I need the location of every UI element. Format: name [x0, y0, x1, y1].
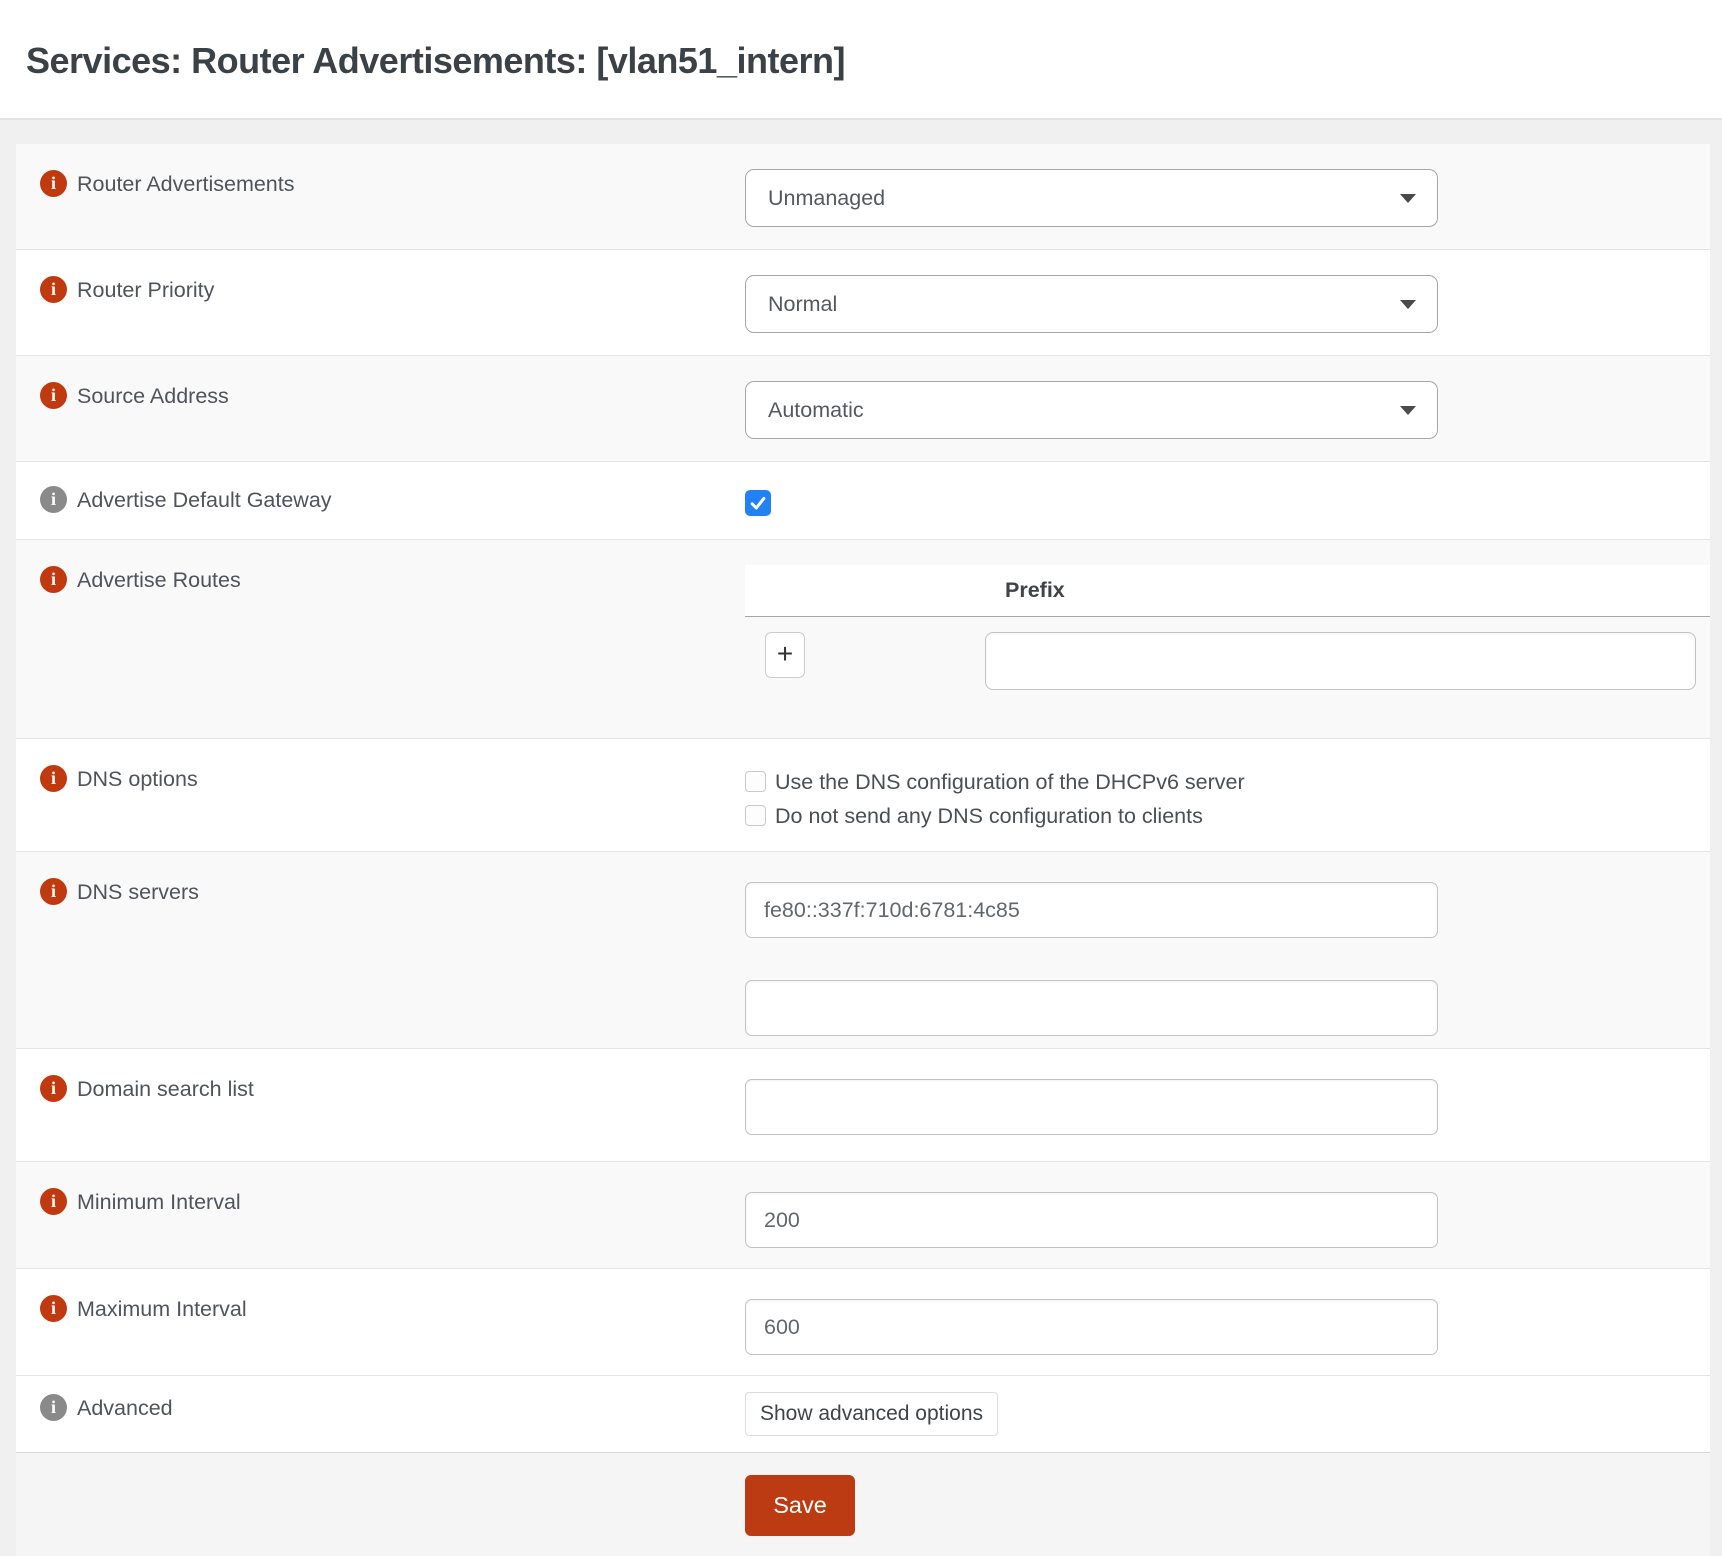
- form-row-dns-servers: i DNS servers: [16, 851, 1710, 1048]
- field-control: [745, 852, 1710, 1048]
- info-icon[interactable]: i: [40, 1295, 67, 1322]
- router-priority-label: Router Priority: [77, 276, 214, 304]
- advertise-routes-table: Prefix +: [745, 540, 1710, 738]
- info-icon[interactable]: i: [40, 276, 67, 303]
- field-label-group: i Source Address: [16, 356, 745, 434]
- form-row-router-advertisements: i Router Advertisements Unmanaged: [16, 144, 1710, 249]
- advertise-default-gateway-checkbox[interactable]: [745, 490, 771, 516]
- form-row-domain-search-list: i Domain search list: [16, 1048, 1710, 1161]
- info-icon[interactable]: i: [40, 878, 67, 905]
- advertise-routes-label: Advertise Routes: [77, 566, 241, 594]
- field-control: Normal: [745, 250, 1710, 355]
- field-control: [745, 1269, 1710, 1375]
- add-route-button[interactable]: +: [765, 632, 805, 678]
- no-dns-config-checkbox[interactable]: [745, 805, 766, 826]
- selected-value: Unmanaged: [746, 170, 1437, 226]
- no-dns-config-label: Do not send any DNS configuration to cli…: [775, 799, 1203, 833]
- form-row-minimum-interval: i Minimum Interval: [16, 1161, 1710, 1268]
- info-icon[interactable]: i: [40, 566, 67, 593]
- field-label-group: i Router Advertisements: [16, 144, 745, 222]
- form-row-advanced: i Advanced Show advanced options: [16, 1375, 1710, 1452]
- domain-search-list-label: Domain search list: [77, 1075, 254, 1103]
- advanced-label: Advanced: [77, 1394, 173, 1422]
- info-icon[interactable]: i: [40, 486, 67, 513]
- checkmark-icon: [748, 493, 768, 513]
- page-header: Services: Router Advertisements: [vlan51…: [0, 0, 1722, 120]
- router-advertisements-select[interactable]: Unmanaged: [745, 169, 1438, 227]
- field-label-group: i DNS options: [16, 739, 745, 817]
- field-label-group: i Advertise Default Gateway: [16, 462, 745, 538]
- form-row-maximum-interval: i Maximum Interval: [16, 1268, 1710, 1375]
- maximum-interval-input[interactable]: [745, 1299, 1438, 1355]
- maximum-interval-label: Maximum Interval: [77, 1295, 247, 1323]
- field-label-group: i Router Priority: [16, 250, 745, 328]
- chevron-down-icon: [1400, 300, 1416, 309]
- source-address-label: Source Address: [77, 382, 229, 410]
- form-row-advertise-routes: i Advertise Routes Prefix +: [16, 539, 1710, 738]
- chevron-down-icon: [1400, 194, 1416, 203]
- field-label-group: i Domain search list: [16, 1049, 745, 1127]
- router-advertisements-form: i Router Advertisements Unmanaged i Rout…: [16, 144, 1710, 1556]
- field-label-group: i DNS servers: [16, 852, 745, 930]
- info-icon[interactable]: i: [40, 1075, 67, 1102]
- minimum-interval-label: Minimum Interval: [77, 1188, 241, 1216]
- field-control: Automatic: [745, 356, 1710, 461]
- dns-server-2-input[interactable]: [745, 980, 1438, 1036]
- form-row-source-address: i Source Address Automatic: [16, 355, 1710, 461]
- routes-table-header: Prefix: [745, 565, 1710, 617]
- info-icon[interactable]: i: [40, 1188, 67, 1215]
- field-label-group: i Advanced: [16, 1376, 745, 1440]
- field-control: Use the DNS configuration of the DHCPv6 …: [745, 739, 1710, 851]
- form-row-dns-options: i DNS options Use the DNS configuration …: [16, 738, 1710, 851]
- advertise-default-gateway-label: Advertise Default Gateway: [77, 486, 332, 514]
- page-title: Services: Router Advertisements: [vlan51…: [26, 40, 1696, 82]
- field-control: [745, 1162, 1710, 1268]
- dns-server-1-input[interactable]: [745, 882, 1438, 938]
- routes-table-row: +: [745, 617, 1710, 718]
- router-priority-select[interactable]: Normal: [745, 275, 1438, 333]
- dns-option-row: Use the DNS configuration of the DHCPv6 …: [745, 765, 1710, 799]
- info-icon[interactable]: i: [40, 382, 67, 409]
- show-advanced-options-button[interactable]: Show advanced options: [745, 1392, 998, 1436]
- form-row-advertise-default-gateway: i Advertise Default Gateway: [16, 461, 1710, 539]
- field-control: Show advanced options: [745, 1376, 1710, 1452]
- use-dhcpv6-dns-checkbox[interactable]: [745, 771, 766, 792]
- field-label-group: i Advertise Routes: [16, 540, 745, 618]
- dns-options-label: DNS options: [77, 765, 198, 793]
- form-row-router-priority: i Router Priority Normal: [16, 249, 1710, 355]
- field-label-group: i Minimum Interval: [16, 1162, 745, 1240]
- field-control: [745, 462, 1710, 539]
- dns-option-row: Do not send any DNS configuration to cli…: [745, 799, 1710, 833]
- selected-value: Normal: [746, 276, 1437, 332]
- chevron-down-icon: [1400, 406, 1416, 415]
- dns-servers-label: DNS servers: [77, 878, 199, 906]
- info-icon[interactable]: i: [40, 1394, 67, 1421]
- field-control: Unmanaged: [745, 144, 1710, 249]
- info-icon[interactable]: i: [40, 765, 67, 792]
- info-icon[interactable]: i: [40, 170, 67, 197]
- field-control: [745, 1049, 1710, 1161]
- selected-value: Automatic: [746, 382, 1437, 438]
- router-advertisements-label: Router Advertisements: [77, 170, 295, 198]
- prefix-column-header: Prefix: [985, 578, 1710, 603]
- save-button[interactable]: Save: [745, 1475, 855, 1536]
- minimum-interval-input[interactable]: [745, 1192, 1438, 1248]
- use-dhcpv6-dns-label: Use the DNS configuration of the DHCPv6 …: [775, 765, 1245, 799]
- prefix-input[interactable]: [985, 632, 1696, 690]
- domain-search-list-input[interactable]: [745, 1079, 1438, 1135]
- form-footer: Save: [16, 1452, 1710, 1556]
- source-address-select[interactable]: Automatic: [745, 381, 1438, 439]
- field-label-group: i Maximum Interval: [16, 1269, 745, 1347]
